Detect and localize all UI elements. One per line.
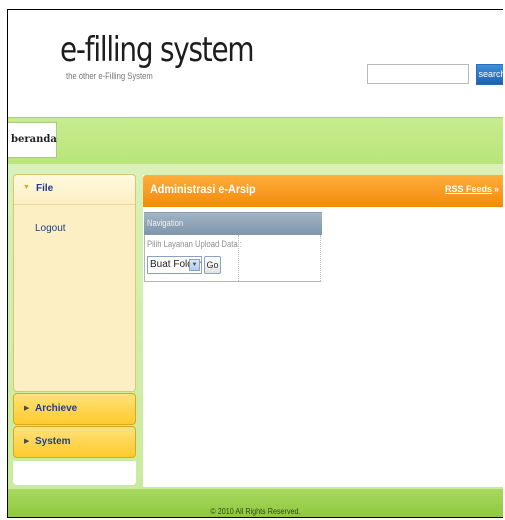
sidebar-file-label: File: [36, 183, 54, 194]
main-body: ▼ File Logout ▶ Archieve ▶ System Admini…: [8, 164, 503, 489]
navigation-box-header: Navigation: [144, 212, 322, 235]
upload-service-select[interactable]: Buat Folder ▼: [147, 256, 202, 274]
grid-divider: [238, 235, 239, 281]
sidebar-footer: [13, 461, 136, 485]
expand-arrow-icon: ▼: [23, 184, 30, 191]
collapsed-arrow-icon: ▶: [24, 405, 30, 412]
site-footer: © 2010 All Rights Reserved.: [8, 489, 503, 517]
content-header: Administrasi e-Arsip RSS Feeds»: [143, 175, 503, 207]
sidebar-archive-item[interactable]: ▶ Archieve: [13, 393, 136, 425]
grid-divider: [320, 235, 321, 281]
sidebar-logout-link[interactable]: Logout: [35, 223, 66, 234]
logo-title: e-filling system: [60, 30, 255, 70]
navigation-grid: Pilih Layanan Upload Data : Buat Folder …: [145, 235, 321, 281]
site-header: e-filling system the other e-Filling Sys…: [8, 10, 503, 118]
sidebar-file-header[interactable]: ▼ File: [14, 175, 135, 205]
go-button[interactable]: Go: [204, 256, 221, 274]
app-window: e-filling system the other e-Filling Sys…: [7, 9, 503, 518]
rss-feeds-label: RSS Feeds: [444, 184, 492, 194]
nav-tab-beranda[interactable]: beranda: [8, 122, 57, 158]
search-button[interactable]: search: [476, 64, 503, 85]
navigation-title: Navigation: [147, 218, 184, 228]
sidebar-system-item[interactable]: ▶ System: [13, 426, 136, 458]
upload-service-label: Pilih Layanan Upload Data :: [147, 239, 242, 249]
sidebar-system-label: System: [35, 436, 71, 447]
chevron-down-icon: ▼: [189, 259, 200, 271]
navigation-box: Navigation Pilih Layanan Upload Data : B…: [144, 212, 322, 282]
rss-icon: »: [493, 184, 499, 194]
rss-feeds-link[interactable]: RSS Feeds»: [445, 184, 499, 194]
sidebar-file-panel: ▼ File Logout: [13, 174, 136, 392]
collapsed-arrow-icon: ▶: [24, 438, 30, 445]
top-nav-bar: beranda: [8, 117, 503, 165]
copyright-text: © 2010 All Rights Reserved.: [210, 507, 301, 516]
logo-subtitle: the other e-Filling System: [66, 71, 153, 81]
page-title: Administrasi e-Arsip: [150, 182, 256, 196]
search-input[interactable]: [367, 64, 469, 84]
content-panel: Administrasi e-Arsip RSS Feeds» Navigati…: [143, 175, 503, 487]
sidebar-archive-label: Archieve: [35, 403, 78, 414]
